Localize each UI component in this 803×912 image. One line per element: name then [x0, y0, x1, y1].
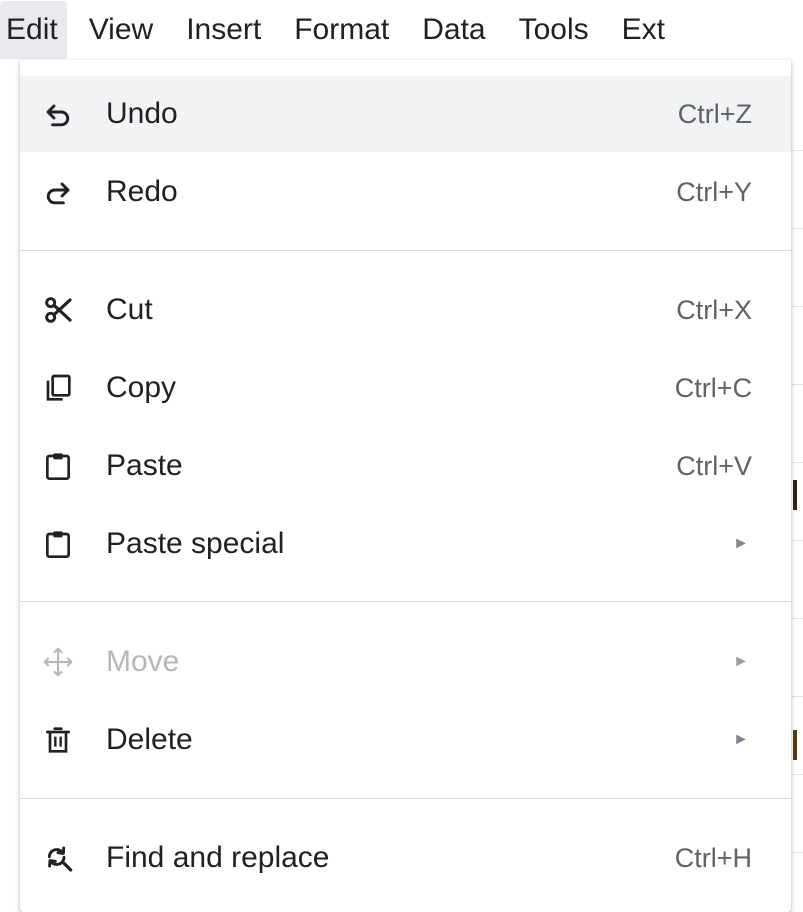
move-label: Move [106, 645, 180, 678]
menu-bar: Edit View Insert Format Data Tools Ext [0, 0, 803, 60]
scissors-icon [40, 292, 76, 328]
copy-label: Copy [106, 371, 177, 404]
cut-shortcut: Ctrl+X [676, 294, 752, 325]
menu-separator [20, 601, 791, 602]
spreadsheet-window: Edit View Insert Format Data Tools Ext U… [0, 0, 803, 912]
submenu-arrow-icon: ► [733, 731, 749, 748]
copy-icon [40, 370, 76, 406]
menu-extensions[interactable]: Ext [610, 1, 677, 59]
menu-item-find-replace[interactable]: Find and replace Ctrl+H [20, 820, 791, 896]
submenu-arrow-icon: ► [733, 653, 749, 670]
find-replace-icon [40, 840, 76, 876]
undo-shortcut: Ctrl+Z [677, 98, 752, 129]
find-replace-label: Find and replace [106, 841, 330, 874]
redo-shortcut: Ctrl+Y [676, 176, 752, 207]
menu-item-move[interactable]: Move ► [20, 624, 791, 700]
find-replace-shortcut: Ctrl+H [674, 842, 752, 873]
menu-data[interactable]: Data [410, 1, 497, 59]
menu-item-paste[interactable]: Paste Ctrl+V [20, 428, 791, 504]
menu-edit[interactable]: Edit [0, 1, 67, 59]
submenu-arrow-icon: ► [733, 535, 749, 552]
menu-view[interactable]: View [77, 1, 165, 59]
paste-special-label: Paste special [106, 527, 285, 560]
menu-tools[interactable]: Tools [507, 1, 601, 59]
menu-item-copy[interactable]: Copy Ctrl+C [20, 350, 791, 426]
menu-item-cut[interactable]: Cut Ctrl+X [20, 272, 791, 348]
menu-insert[interactable]: Insert [174, 1, 273, 59]
menu-separator [20, 250, 791, 251]
copy-shortcut: Ctrl+C [674, 372, 752, 403]
menu-separator [20, 798, 791, 799]
menu-item-redo[interactable]: Redo Ctrl+Y [20, 154, 791, 230]
clipboard-icon [40, 526, 76, 562]
menu-format[interactable]: Format [282, 1, 401, 59]
menu-item-undo[interactable]: Undo Ctrl+Z [20, 76, 791, 152]
edit-menu-dropdown: Undo Ctrl+Z Redo Ctrl+Y Cut Ctrl+X Copy [20, 60, 791, 912]
move-icon [40, 644, 76, 680]
delete-label: Delete [106, 723, 193, 756]
trash-icon [40, 722, 76, 758]
undo-icon [40, 96, 76, 132]
redo-icon [40, 174, 76, 210]
undo-label: Undo [106, 97, 178, 130]
redo-label: Redo [106, 175, 178, 208]
menu-item-paste-special[interactable]: Paste special ► [20, 506, 791, 582]
paste-shortcut: Ctrl+V [676, 450, 752, 481]
sheet-grid-edge [790, 60, 803, 912]
cut-label: Cut [106, 293, 153, 326]
paste-label: Paste [106, 449, 183, 482]
menu-item-delete[interactable]: Delete ► [20, 702, 791, 778]
clipboard-icon [40, 448, 76, 484]
